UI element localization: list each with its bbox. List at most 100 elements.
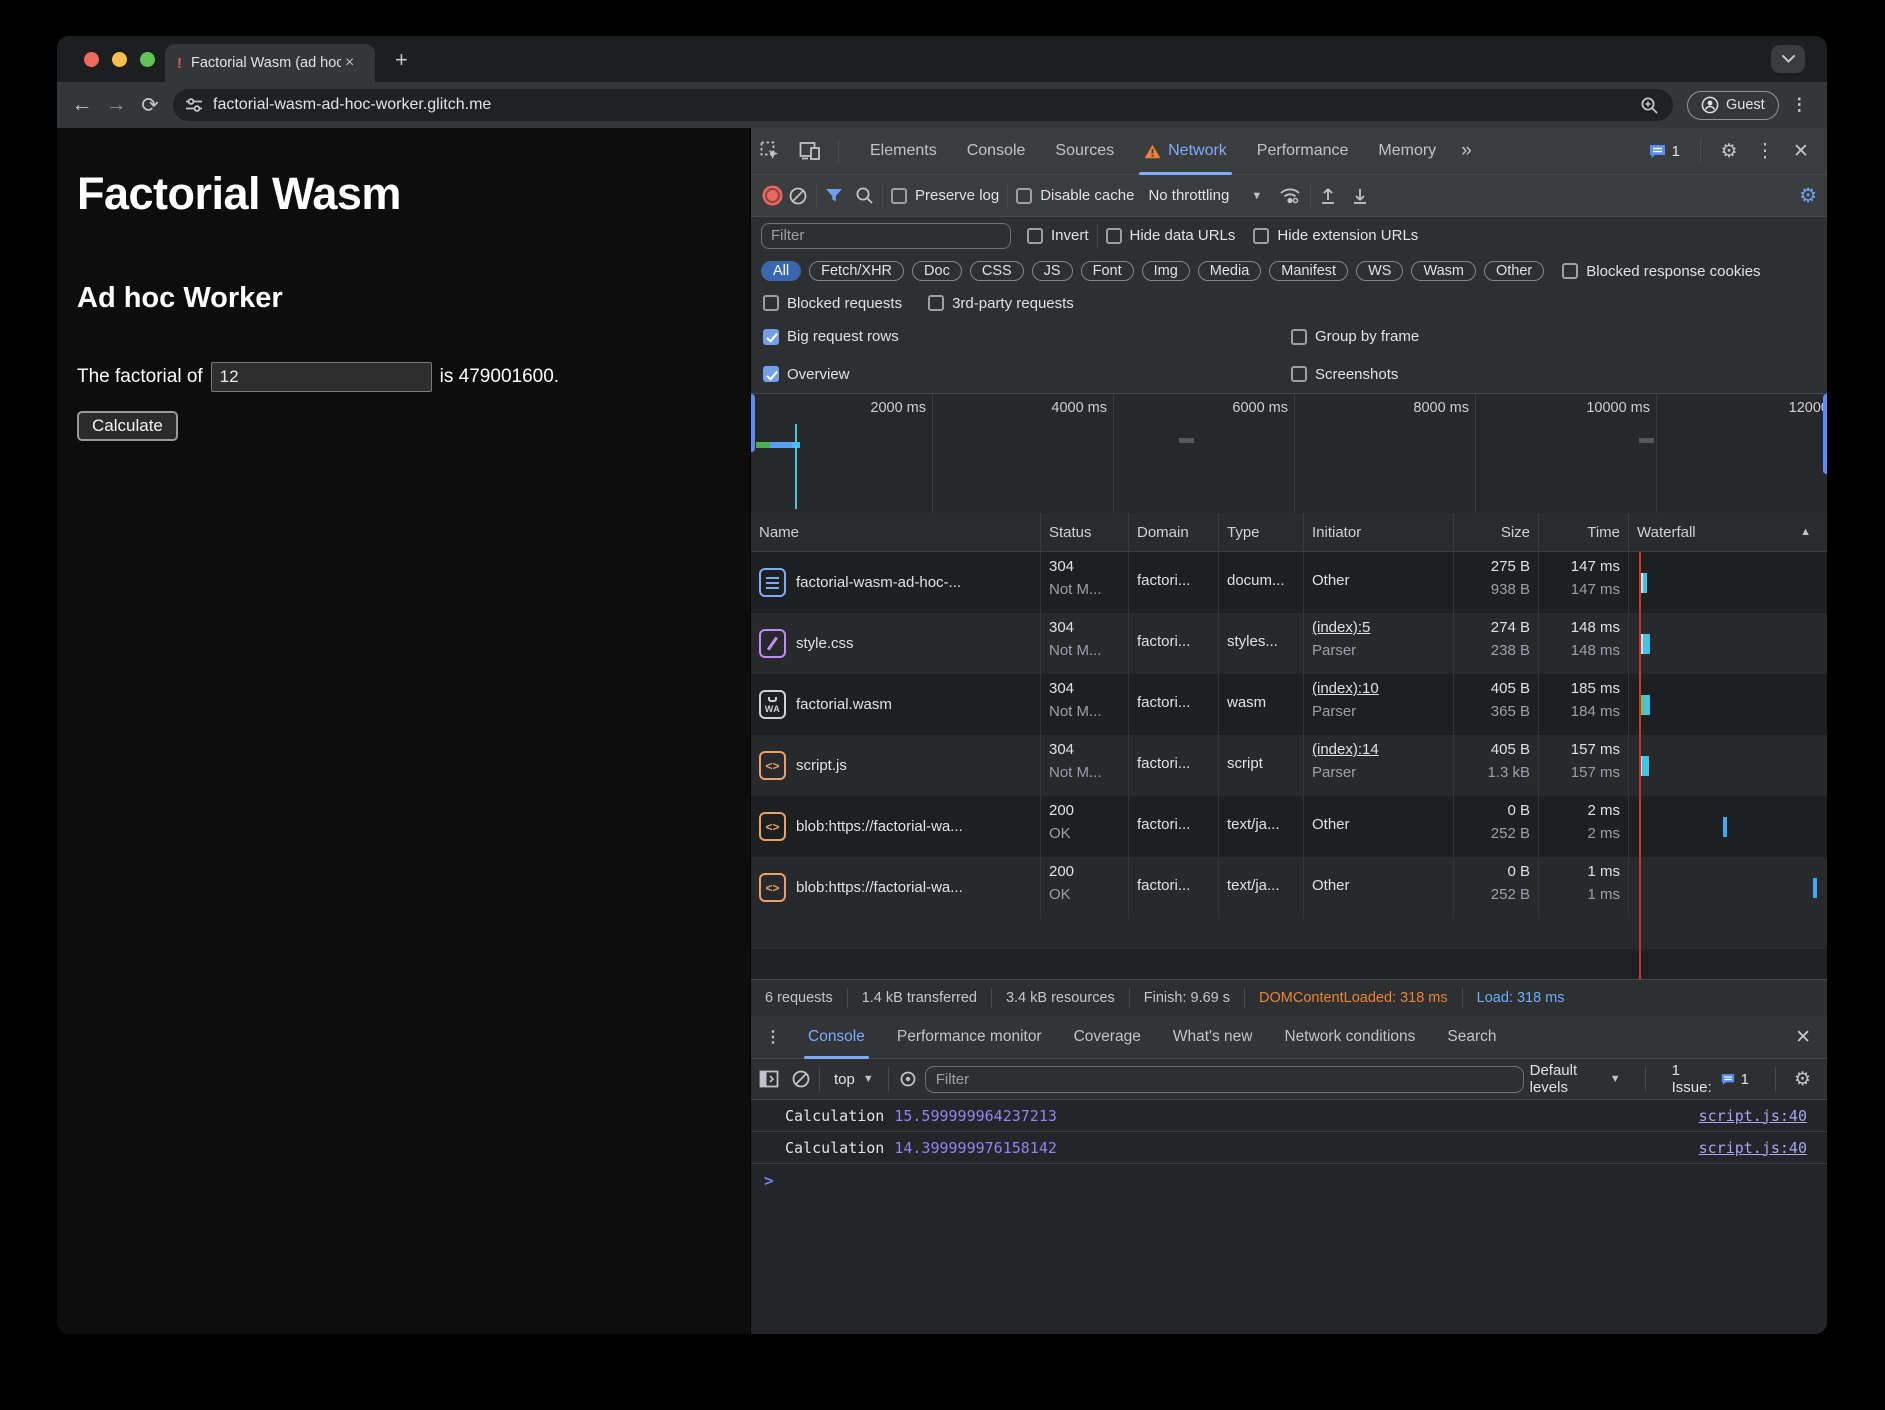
- log-levels-select[interactable]: Default levels ▼: [1524, 1062, 1627, 1096]
- new-tab-button[interactable]: +: [395, 50, 408, 70]
- third-party-requests-checkbox[interactable]: 3rd-party requests: [928, 295, 1074, 312]
- tab-network[interactable]: Network: [1129, 128, 1242, 175]
- table-row[interactable]: <> blob:https://factorial-wa... 200OK fa…: [751, 796, 1827, 857]
- throttling-select[interactable]: No throttling ▼: [1148, 187, 1262, 204]
- table-row[interactable]: style.css 304Not M... factori... styles.…: [751, 613, 1827, 674]
- close-window-button[interactable]: [84, 52, 99, 67]
- column-header-time[interactable]: Time: [1539, 513, 1629, 551]
- timeline-left-handle[interactable]: [751, 394, 755, 452]
- back-button[interactable]: ←: [65, 93, 99, 117]
- column-header-domain[interactable]: Domain: [1129, 513, 1219, 551]
- filter-chip-ws[interactable]: WS: [1356, 261, 1403, 281]
- drawer-tab-search[interactable]: Search: [1431, 1016, 1512, 1059]
- filter-chip-other[interactable]: Other: [1484, 261, 1544, 281]
- issues-button[interactable]: 1: [1641, 143, 1688, 160]
- forward-button[interactable]: →: [99, 93, 133, 117]
- table-row[interactable]: WA factorial.wasm 304Not M... factori...…: [751, 674, 1827, 735]
- filter-chip-fetchxhr[interactable]: Fetch/XHR: [809, 261, 904, 281]
- drawer-tab-network-conditions[interactable]: Network conditions: [1268, 1016, 1431, 1059]
- column-header-waterfall[interactable]: Waterfall ▲: [1629, 513, 1827, 551]
- network-settings-icon[interactable]: ⚙: [1799, 183, 1817, 208]
- column-header-name[interactable]: Name: [751, 513, 1041, 551]
- clear-console-icon[interactable]: [791, 1069, 811, 1089]
- network-filter-input[interactable]: [761, 223, 1011, 249]
- tab-performance[interactable]: Performance: [1242, 128, 1364, 175]
- initiator-link[interactable]: (index):5: [1312, 619, 1445, 636]
- table-row[interactable]: factorial-wasm-ad-hoc-... 304Not M... fa…: [751, 552, 1827, 613]
- blocked-response-cookies-checkbox[interactable]: Blocked response cookies: [1562, 263, 1760, 280]
- site-settings-icon[interactable]: [185, 97, 203, 113]
- browser-tab[interactable]: ! Factorial Wasm (ad hoc Work ×: [165, 44, 375, 82]
- import-har-icon[interactable]: [1319, 186, 1337, 205]
- column-header-type[interactable]: Type: [1219, 513, 1304, 551]
- more-tabs-icon[interactable]: »: [1451, 140, 1482, 162]
- filter-chip-wasm[interactable]: Wasm: [1411, 261, 1476, 281]
- table-row[interactable]: <> blob:https://factorial-wa... 200OK fa…: [751, 857, 1827, 918]
- filter-chip-doc[interactable]: Doc: [912, 261, 962, 281]
- calculate-button[interactable]: Calculate: [77, 411, 178, 441]
- preserve-log-checkbox[interactable]: Preserve log: [891, 187, 999, 204]
- tab-close-icon[interactable]: ×: [345, 54, 354, 72]
- tab-console[interactable]: Console: [952, 128, 1041, 175]
- filter-chip-js[interactable]: JS: [1032, 261, 1073, 281]
- tab-sources[interactable]: Sources: [1040, 128, 1129, 175]
- drawer-close-icon[interactable]: ✕: [1779, 1026, 1827, 1049]
- browser-menu-icon[interactable]: ⋮: [1791, 95, 1808, 115]
- drawer-tab-console[interactable]: Console: [792, 1016, 881, 1059]
- drawer-tab-performance-monitor[interactable]: Performance monitor: [881, 1016, 1058, 1059]
- hide-extension-urls-checkbox[interactable]: Hide extension URLs: [1253, 227, 1418, 244]
- drawer-tab-whats-new[interactable]: What's new: [1157, 1016, 1269, 1059]
- devtools-settings-icon[interactable]: ⚙: [1713, 140, 1745, 163]
- filter-chip-img[interactable]: Img: [1142, 261, 1190, 281]
- column-header-size[interactable]: Size: [1454, 513, 1539, 551]
- console-filter-input[interactable]: [925, 1066, 1524, 1093]
- initiator-link[interactable]: (index):10: [1312, 680, 1445, 697]
- devtools-menu-icon[interactable]: ⋮: [1749, 140, 1781, 163]
- source-link[interactable]: script.js:40: [1699, 1107, 1807, 1125]
- console-prompt[interactable]: >: [751, 1164, 1827, 1196]
- screenshots-checkbox[interactable]: Screenshots: [1291, 366, 1398, 383]
- group-by-frame-checkbox[interactable]: Group by frame: [1291, 328, 1419, 345]
- overview-checkbox[interactable]: Overview: [763, 366, 850, 383]
- console-issues-button[interactable]: 1 Issue: 1: [1664, 1062, 1757, 1096]
- drawer-tab-coverage[interactable]: Coverage: [1058, 1016, 1157, 1059]
- tab-elements[interactable]: Elements: [855, 128, 952, 175]
- guest-profile-button[interactable]: Guest: [1687, 91, 1779, 120]
- initiator-link[interactable]: (index):14: [1312, 741, 1445, 758]
- network-overview-timeline[interactable]: 2000 ms 4000 ms 6000 ms 8000 ms 10000 ms…: [751, 394, 1827, 513]
- column-header-status[interactable]: Status: [1041, 513, 1129, 551]
- column-header-initiator[interactable]: Initiator: [1304, 513, 1454, 551]
- source-link[interactable]: script.js:40: [1699, 1139, 1807, 1157]
- factorial-input[interactable]: [211, 362, 432, 392]
- tab-memory[interactable]: Memory: [1363, 128, 1451, 175]
- drawer-menu-icon[interactable]: ⋮: [751, 1027, 792, 1047]
- console-sidebar-icon[interactable]: [759, 1070, 779, 1088]
- filter-chip-font[interactable]: Font: [1081, 261, 1134, 281]
- record-network-log-button[interactable]: [765, 188, 780, 203]
- reload-button[interactable]: ⟳: [133, 93, 167, 118]
- hide-data-urls-checkbox[interactable]: Hide data URLs: [1106, 227, 1236, 244]
- search-icon[interactable]: [855, 186, 874, 205]
- blocked-requests-checkbox[interactable]: Blocked requests: [763, 295, 902, 312]
- minimize-window-button[interactable]: [112, 52, 127, 67]
- table-row[interactable]: <> script.js 304Not M... factori... scri…: [751, 735, 1827, 796]
- maximize-window-button[interactable]: [140, 52, 155, 67]
- filter-icon[interactable]: [825, 188, 843, 204]
- live-expression-icon[interactable]: [897, 1071, 919, 1087]
- devtools-close-icon[interactable]: ✕: [1785, 140, 1817, 163]
- tab-search-button[interactable]: [1771, 45, 1805, 73]
- address-bar[interactable]: factorial-wasm-ad-hoc-worker.glitch.me: [173, 89, 1673, 121]
- timeline-right-handle[interactable]: [1823, 394, 1827, 474]
- clear-network-log-icon[interactable]: [788, 186, 808, 206]
- filter-chip-media[interactable]: Media: [1198, 261, 1262, 281]
- filter-chip-all[interactable]: All: [761, 261, 801, 281]
- network-conditions-icon[interactable]: [1278, 186, 1302, 205]
- export-har-icon[interactable]: [1351, 186, 1369, 205]
- invert-checkbox[interactable]: Invert: [1027, 227, 1089, 244]
- console-context-select[interactable]: top ▼: [828, 1071, 880, 1088]
- filter-chip-css[interactable]: CSS: [970, 261, 1024, 281]
- console-settings-icon[interactable]: ⚙: [1794, 1068, 1811, 1091]
- big-request-rows-checkbox[interactable]: Big request rows: [763, 328, 899, 345]
- device-toolbar-icon[interactable]: [799, 141, 821, 161]
- inspect-element-icon[interactable]: [760, 141, 781, 162]
